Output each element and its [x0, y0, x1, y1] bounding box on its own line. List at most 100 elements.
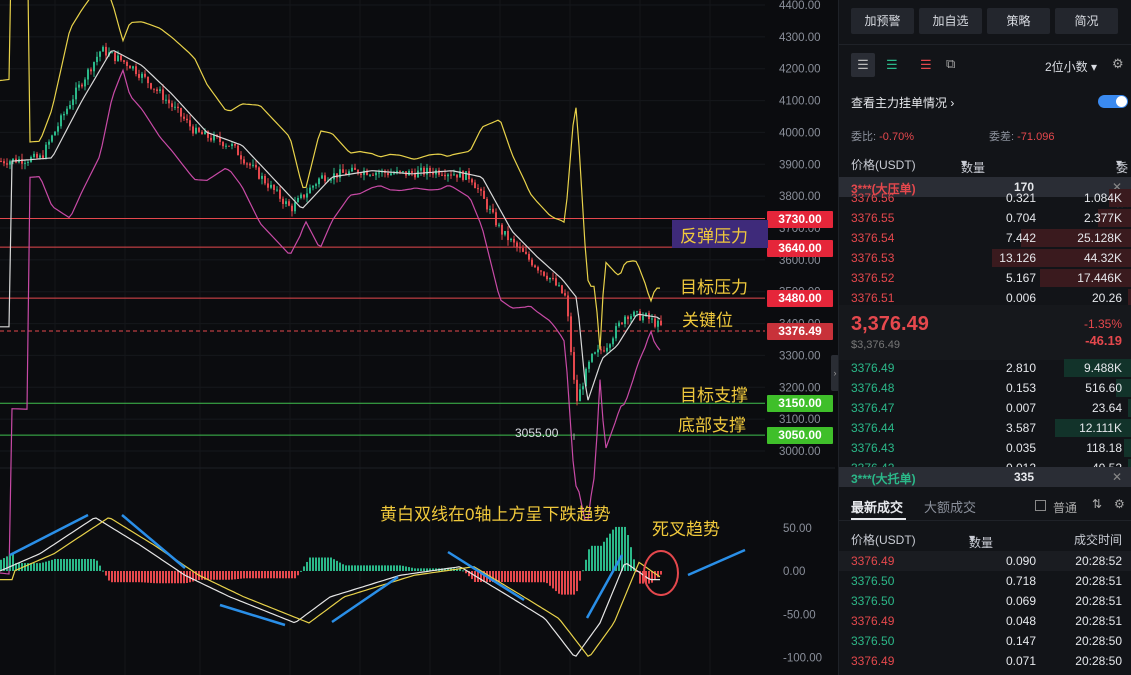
candle-body: [183, 116, 185, 119]
macd-histogram-bar: [411, 567, 413, 571]
trade-row: 3376.50 0.718 20:28:51: [839, 571, 1131, 591]
order-total: 516.60: [1085, 381, 1122, 395]
macd-histogram-bar: [621, 526, 623, 571]
decimals-select[interactable]: 2位小数 ▾: [1045, 58, 1097, 75]
order-total: 9.488K: [1083, 361, 1122, 375]
bid-row[interactable]: 3376.47 0.007 23.64: [839, 398, 1131, 418]
ask-row[interactable]: 3376.55 0.704 2.377K: [839, 208, 1131, 228]
bid-row[interactable]: 3376.48 0.153 516.60: [839, 378, 1131, 398]
depth-bar: [1124, 439, 1131, 457]
overview-button[interactable]: 简况: [1055, 8, 1118, 34]
close-icon[interactable]: ✕: [1112, 470, 1122, 484]
trade-time: 20:28:50: [1075, 634, 1122, 648]
candle-body: [291, 205, 293, 212]
candle-body: [582, 386, 584, 390]
add-alert-button[interactable]: 加预警: [851, 8, 914, 34]
macd-histogram-bar: [351, 565, 353, 571]
candle-body: [465, 171, 467, 180]
price-chart[interactable]: 4400.00 4300.00 4200.00 4100.00 4000.00 3900.…: [0, 0, 839, 675]
macd-histogram-bar: [282, 571, 284, 579]
order-total: 118.18: [1086, 441, 1122, 455]
macd-histogram-bar: [369, 565, 371, 571]
header-total[interactable]: 委托额 ▾: [1116, 156, 1128, 209]
orderbook-both-icon[interactable]: ☰: [851, 53, 875, 77]
settings-icon[interactable]: ⚙: [1114, 497, 1125, 511]
candle-body: [315, 184, 317, 186]
settings-icon[interactable]: ⚙: [1112, 56, 1124, 72]
chart-canvas[interactable]: 4400.00 4300.00 4200.00 4100.00 4000.00 3900.…: [0, 0, 838, 675]
candle-body: [639, 311, 641, 321]
add-watchlist-button[interactable]: 加自选: [919, 8, 982, 34]
header-qty[interactable]: 数量 (ETH) ▾: [961, 156, 993, 190]
macd-histogram-bar: [516, 571, 518, 583]
macd-histogram-bar: [306, 561, 308, 571]
ask-row[interactable]: 3376.56 0.321 1.084K: [839, 188, 1131, 208]
y-tick-label: 3200.00: [779, 382, 821, 394]
candle-body: [615, 326, 617, 339]
macd-histogram-bar: [561, 571, 563, 595]
ask-row[interactable]: 3376.54 7.442 25.128K: [839, 228, 1131, 248]
orderbook-expand-icon[interactable]: ⧉: [946, 56, 955, 72]
macd-histogram-bar: [108, 571, 110, 581]
candle-body: [495, 212, 497, 226]
candle-body: [270, 184, 272, 188]
macd-histogram-bar: [339, 562, 341, 571]
macd-histogram-bar: [405, 566, 407, 571]
bid-row[interactable]: 3376.44 3.587 12.111K: [839, 418, 1131, 438]
main-orders-toggle[interactable]: [1098, 95, 1128, 108]
candle-body: [588, 361, 590, 369]
candle-body: [528, 253, 530, 260]
macd-histogram-bar: [579, 571, 581, 581]
orderbook-bids-icon[interactable]: ☰: [886, 57, 898, 73]
order-total: 1.084K: [1083, 191, 1122, 205]
macd-histogram-bar: [648, 571, 650, 584]
filter-icon[interactable]: ⇅: [1092, 497, 1102, 511]
candle-body: [549, 277, 551, 280]
candle-body: [426, 167, 428, 175]
annotation-death-cross: 死叉趋势: [652, 520, 720, 539]
candle-body: [198, 127, 200, 132]
bid-row[interactable]: 3376.49 2.810 9.488K: [839, 358, 1131, 378]
order-price: 3376.49: [851, 361, 895, 375]
macd-histogram-bar: [183, 571, 185, 584]
order-price: 3376.56: [851, 191, 895, 205]
trades-header-qty[interactable]: 数量(ETH) ▾: [969, 531, 1001, 565]
orderbook-asks-icon[interactable]: ☰: [920, 57, 932, 73]
order-qty: 13.126: [999, 251, 1036, 265]
order-qty: 0.035: [1005, 441, 1036, 455]
tab-latest-trades[interactable]: 最新成交: [851, 497, 903, 516]
bid-row[interactable]: 3376.43 0.035 118.18: [839, 438, 1131, 458]
normal-checkbox[interactable]: [1035, 500, 1046, 511]
ask-row[interactable]: 3376.52 5.167 17.446K: [839, 268, 1131, 288]
candle-body: [573, 352, 575, 380]
ask-row[interactable]: 3376.53 13.126 44.32K: [839, 248, 1131, 268]
strategy-button[interactable]: 策略: [987, 8, 1050, 34]
big-bid-row[interactable]: 3***(大托单) 335 ✕: [839, 467, 1131, 487]
candle-body: [192, 126, 194, 134]
macd-histogram-bar: [360, 565, 362, 571]
macd-histogram-bar: [312, 557, 314, 571]
order-total: 17.446K: [1077, 271, 1122, 285]
macd-histogram-bar: [363, 565, 365, 571]
main-orders-link[interactable]: 查看主力挂单情况 ›: [851, 94, 954, 111]
macd-histogram-bar: [48, 560, 50, 571]
macd-histogram-bar: [303, 566, 305, 571]
macd-histogram-bar: [576, 571, 578, 592]
macd-histogram-bar: [504, 571, 506, 583]
trade-qty: 0.090: [1005, 554, 1036, 568]
candle-body: [66, 108, 68, 114]
macd-histogram-bar: [174, 571, 176, 584]
candle-body: [543, 271, 545, 276]
macd-histogram-bar: [396, 565, 398, 571]
candle-body: [489, 208, 491, 210]
macd-histogram-bar: [39, 563, 41, 571]
tab-large-trades[interactable]: 大额成交: [924, 497, 976, 516]
candle-body: [135, 66, 137, 75]
macd-histogram-bar: [375, 565, 377, 571]
candle-body: [603, 350, 605, 352]
candle-body: [249, 163, 251, 166]
candle-body: [474, 182, 476, 189]
macd-histogram-bar: [501, 571, 503, 583]
macd-histogram-bar: [393, 565, 395, 571]
candle-body: [468, 171, 470, 180]
